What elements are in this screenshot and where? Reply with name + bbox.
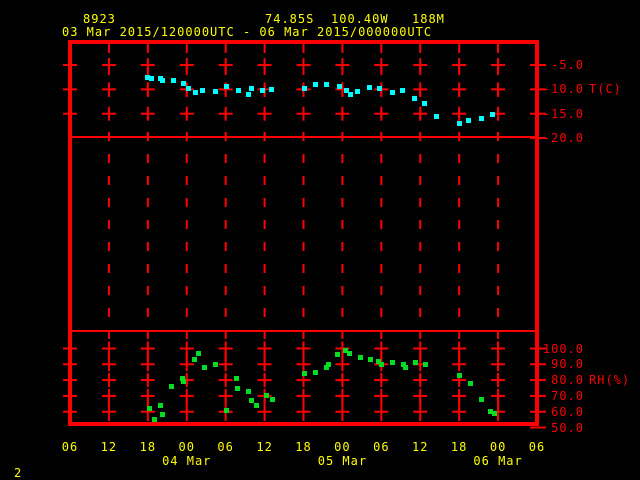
hour-tick-label: 12 [412,440,429,454]
date-label: 04 Mar [162,454,212,468]
temp-axis-tick-label: -5.0 [551,58,584,73]
hour-tick-label: 00 [489,440,507,454]
axis-labels-layer: -5.0 -10.0 -15.0 -20.0 T(C) 100.0 90.0 80.0 70.0… [0,0,640,480]
rh-axis-tick-label: 50.0 [551,420,584,435]
hour-tick-label: 06 [61,440,79,454]
rh-axis-tick-label: 70.0 [551,388,584,403]
temp-axis-tick-label: -10.0 [542,82,584,97]
hour-tick-label: 06 [373,440,390,454]
hour-tick-label: 06 [217,440,234,454]
rh-axis-tick-label: 60.0 [551,404,584,419]
hour-tick-label: 12 [100,440,118,454]
hour-tick-label: 06 [528,440,546,454]
rh-axis-tick-label: 90.0 [551,357,584,372]
hour-tick-label: 18 [295,440,312,454]
date-label: 05 Mar [317,454,368,468]
date-label: 06 Mar [473,454,523,468]
rh-axis-tick-label: 80.0 [551,373,584,388]
hour-tick-label: 00 [334,440,351,454]
hour-tick-label: 18 [139,440,157,454]
temp-axis-unit-label: T(C) [589,82,622,97]
rh-axis-tick-label: 100.0 [542,341,584,356]
temp-axis-tick-label: -20.0 [542,131,584,146]
temp-axis-tick-label: -15.0 [542,106,584,121]
hour-tick-label: 00 [178,440,195,454]
rh-axis-unit-label: RH(%) [589,373,631,388]
meteogram-screen: 8923 74.85S 100.40W 188M 03 Mar 2015/120… [0,0,640,480]
hour-tick-label: 12 [256,440,273,454]
hour-tick-label: 18 [450,440,468,454]
